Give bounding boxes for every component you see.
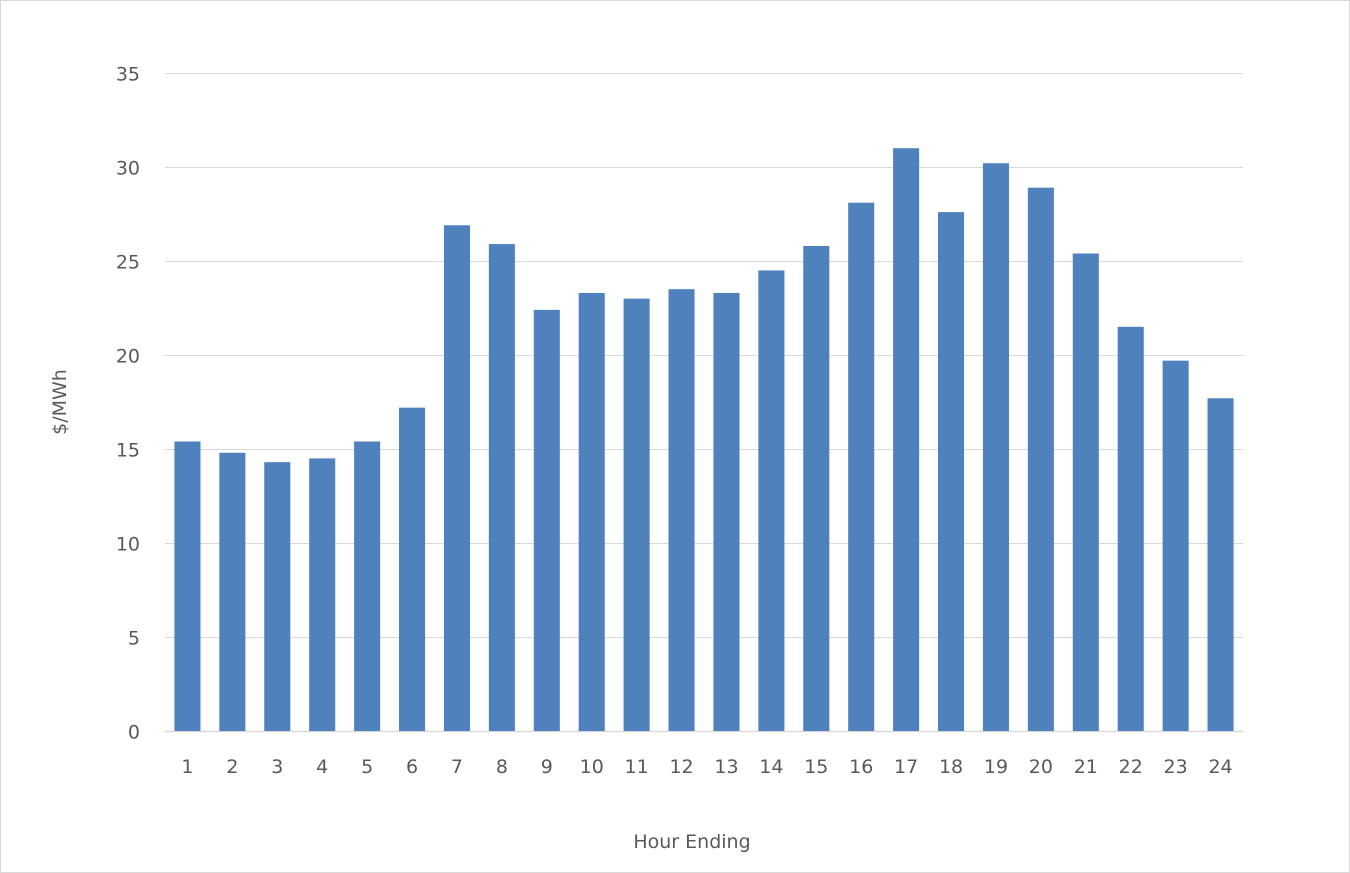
- x-tick-label: 2: [226, 756, 238, 778]
- bar-hour-13: [713, 292, 740, 731]
- x-tick-label: 10: [580, 756, 604, 778]
- bar-hour-8: [488, 244, 515, 731]
- y-tick-label: 20: [116, 346, 140, 368]
- x-tick-label: 20: [1029, 756, 1053, 778]
- bar-hour-5: [354, 441, 381, 731]
- x-tick-label: 14: [759, 756, 783, 778]
- bar-hour-16: [848, 202, 875, 732]
- bar-hour-7: [443, 225, 470, 731]
- bar-hour-23: [1162, 360, 1189, 731]
- bar-hour-12: [668, 289, 695, 731]
- bar-hour-9: [533, 309, 560, 731]
- y-tick-label: 25: [116, 252, 140, 274]
- y-axis-title: $/MWh: [49, 369, 71, 435]
- bar-hour-24: [1207, 398, 1234, 731]
- bar-hour-10: [578, 292, 605, 731]
- x-tick-label: 1: [181, 756, 193, 778]
- bar-hour-21: [1072, 253, 1099, 732]
- x-axis-ticks: 1 2 3 4 5 6 7 8 9 10 11 12 13 14 15 16 17 18 19 20 21 22 23 24: [181, 756, 1232, 778]
- y-tick-label: 35: [116, 64, 140, 86]
- x-tick-label: 13: [714, 756, 738, 778]
- x-tick-label: 11: [625, 756, 649, 778]
- x-tick-label: 16: [849, 756, 873, 778]
- bar-hour-18: [938, 212, 965, 731]
- y-tick-label: 15: [116, 440, 140, 462]
- x-tick-label: 9: [541, 756, 553, 778]
- x-tick-label: 3: [271, 756, 283, 778]
- x-tick-label: 17: [894, 756, 918, 778]
- bar-hour-19: [982, 163, 1009, 732]
- x-tick-label: 23: [1164, 756, 1188, 778]
- bar-hour-15: [803, 245, 830, 731]
- x-tick-label: 19: [984, 756, 1008, 778]
- y-axis-ticks: 0 5 10 15 20 25 30 35: [116, 64, 140, 744]
- y-tick-label: 10: [116, 534, 140, 556]
- x-axis-title: Hour Ending: [633, 831, 750, 853]
- x-tick-label: 7: [451, 756, 463, 778]
- bar-hour-14: [758, 270, 785, 731]
- x-tick-label: 24: [1208, 756, 1232, 778]
- x-tick-label: 22: [1119, 756, 1143, 778]
- bar-hour-2: [219, 452, 246, 731]
- x-tick-label: 18: [939, 756, 963, 778]
- bar-hour-1: [174, 441, 201, 731]
- y-tick-label: 30: [116, 158, 140, 180]
- x-tick-label: 5: [361, 756, 373, 778]
- bar-hour-11: [623, 298, 650, 731]
- bar-hour-4: [309, 458, 336, 731]
- x-tick-label: 8: [496, 756, 508, 778]
- x-tick-label: 15: [804, 756, 828, 778]
- bar-hour-20: [1027, 187, 1054, 731]
- x-tick-label: 6: [406, 756, 418, 778]
- bar-hour-22: [1117, 326, 1144, 731]
- bar-hour-6: [399, 407, 426, 731]
- y-tick-label: 5: [128, 628, 140, 650]
- bar-hour-17: [893, 148, 920, 731]
- x-tick-label: 12: [669, 756, 693, 778]
- y-tick-label: 0: [128, 722, 140, 744]
- x-tick-label: 4: [316, 756, 328, 778]
- bar-chart: 05101520253035 1 2 3 4 5 6 7 8 9 10 11 12 13 14 15 16 17…: [49, 64, 1243, 853]
- bar-hour-3: [264, 462, 291, 731]
- x-tick-label: 21: [1074, 756, 1098, 778]
- bars: [174, 148, 1234, 732]
